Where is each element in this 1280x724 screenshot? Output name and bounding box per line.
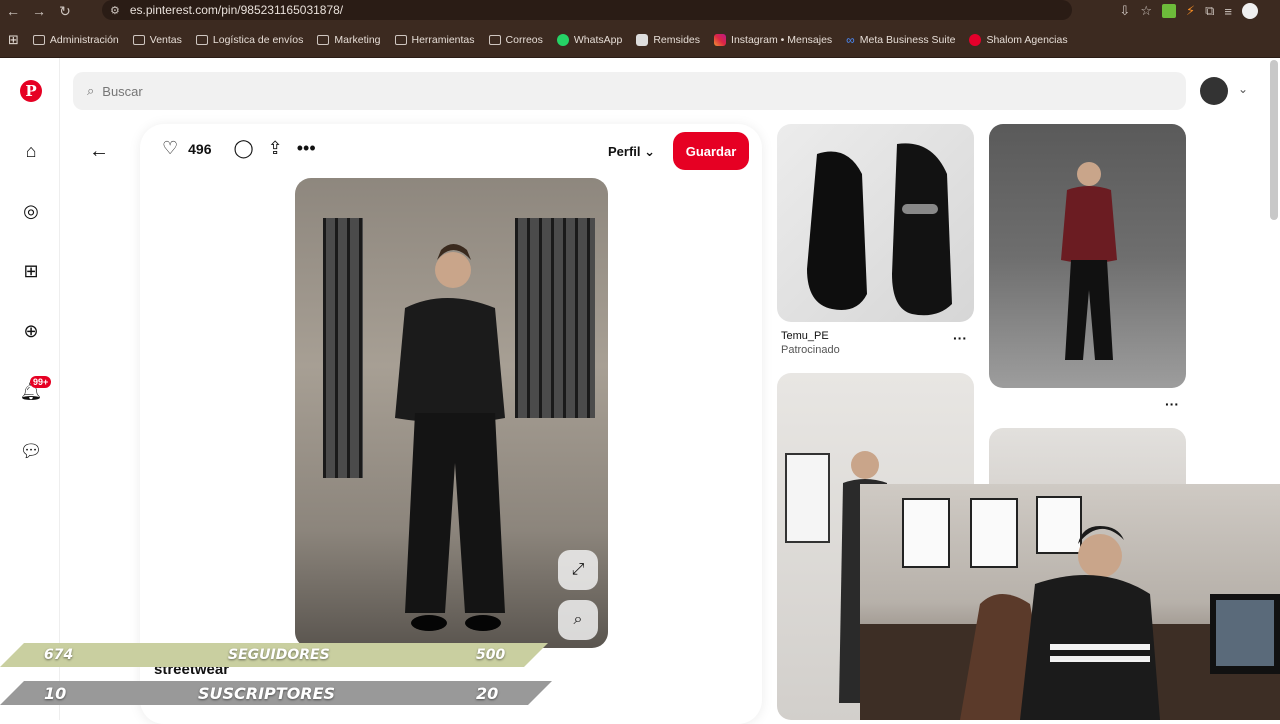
bookmark-star-icon[interactable]: ☆	[1140, 3, 1152, 19]
home-icon[interactable]: ⌂	[20, 140, 42, 162]
bookmark-label: Herramientas	[411, 33, 475, 46]
bookmark-link[interactable]: ∞ Meta Business Suite	[846, 33, 955, 47]
bookmark-folder[interactable]: Administración	[32, 33, 119, 46]
followers-label: SEGUIDORES	[228, 647, 330, 663]
bookmark-label: Logística de envíos	[212, 33, 304, 46]
avatar[interactable]	[1200, 77, 1228, 105]
url-text: es.pinterest.com/pin/985231165031878/	[129, 3, 344, 17]
bookmark-folder[interactable]: Marketing	[317, 33, 381, 46]
likes-count: 496	[188, 140, 212, 157]
person-figure	[395, 244, 505, 631]
bookmark-label: Correos	[505, 33, 543, 46]
subscribers-label: SUSCRIPTORES	[198, 683, 336, 703]
search-icon: ⌕	[87, 83, 95, 98]
feed-pin-image[interactable]	[777, 124, 974, 322]
extension-orange-icon[interactable]: ⚡	[1186, 3, 1195, 19]
subscribers-goal: 20	[476, 683, 499, 703]
more-options-icon[interactable]: ···	[953, 330, 967, 346]
remsides-icon	[636, 33, 649, 46]
more-options-icon[interactable]: ···	[1165, 396, 1179, 412]
bookmark-label: Administración	[49, 33, 119, 46]
instagram-icon	[714, 33, 727, 46]
more-options-icon[interactable]: •••	[297, 138, 316, 159]
tab-search-icon[interactable]: ≡	[1224, 4, 1232, 19]
followers-goal: 500	[476, 647, 506, 663]
search-placeholder: Buscar	[102, 83, 143, 99]
meta-icon: ∞	[846, 32, 855, 47]
folder-icon	[317, 34, 330, 45]
bookmark-label: Ventas	[149, 33, 182, 46]
chrome-profile-icon[interactable]	[1242, 3, 1258, 19]
subscribers-counter-bar: 10 SUSCRIPTORES 20	[0, 681, 552, 705]
bookmark-folder[interactable]: Correos	[488, 33, 543, 46]
bookmark-link[interactable]: Shalom Agencias	[969, 33, 1068, 46]
ad-sponsored-label: Patrocinado	[781, 344, 840, 356]
ad-brand-label[interactable]: Temu_PE	[781, 330, 829, 342]
folder-icon	[132, 34, 145, 45]
bookmark-link[interactable]: Instagram • Mensajes	[714, 33, 833, 46]
extension-green-icon[interactable]	[1161, 4, 1176, 18]
install-icon[interactable]: ⇩	[1119, 3, 1130, 19]
bookmark-label: Instagram • Mensajes	[731, 33, 833, 46]
streamer-figure	[860, 526, 1280, 720]
save-button[interactable]: Guardar	[673, 132, 749, 170]
heart-icon[interactable]: ♡	[162, 138, 178, 159]
profile-board-select[interactable]: Perfil ⌄	[608, 144, 655, 160]
visual-search-icon[interactable]: ⌕	[558, 600, 598, 640]
boards-icon[interactable]: ⊞	[20, 260, 42, 282]
explore-compass-icon[interactable]: ◎	[20, 200, 42, 222]
followers-counter-bar: 674 SEGUIDORES 500	[0, 643, 548, 667]
folder-icon	[394, 34, 407, 45]
bookmark-link[interactable]: WhatsApp	[556, 33, 623, 46]
bookmark-label: Meta Business Suite	[859, 33, 956, 46]
expand-icon[interactable]: ⤢	[558, 550, 598, 590]
create-plus-icon[interactable]: ⊕	[20, 320, 42, 342]
back-arrow-icon[interactable]: ←	[0, 0, 26, 22]
window-bars	[323, 218, 363, 478]
back-arrow-icon[interactable]: ←	[89, 140, 109, 163]
left-navigation: P ⌂ ◎ ⊞ ⊕ 🔔︎ 99+ 💬︎	[0, 58, 60, 720]
profile-label: Perfil	[608, 144, 641, 159]
bookmark-label: Shalom Agencias	[986, 33, 1068, 46]
comment-icon[interactable]: ◯	[234, 138, 254, 159]
bookmark-label: Marketing	[334, 33, 381, 46]
window-bars	[515, 218, 595, 418]
bookmark-label: Remsides	[653, 33, 701, 46]
bookmark-folder[interactable]: Herramientas	[394, 33, 475, 46]
shalom-icon	[969, 33, 982, 46]
notifications-badge: 99+	[30, 376, 52, 388]
folder-icon	[195, 34, 208, 45]
browser-toolbar: ← → ↻ ⚙ es.pinterest.com/pin/98523116503…	[0, 0, 1280, 22]
folder-icon	[488, 34, 501, 45]
webcam-overlay	[860, 484, 1280, 720]
chevron-down-icon[interactable]: ⌄	[1238, 82, 1248, 96]
bookmark-label: WhatsApp	[573, 33, 623, 46]
bookmark-link[interactable]: Remsides	[636, 33, 701, 46]
whatsapp-icon	[556, 33, 569, 46]
page-scrollbar[interactable]	[1270, 60, 1278, 220]
search-input[interactable]: ⌕ Buscar	[73, 72, 1186, 110]
forward-arrow-icon[interactable]: →	[26, 0, 52, 22]
apps-grid-icon[interactable]: ⊞	[8, 32, 19, 48]
pinterest-logo-icon[interactable]: P	[20, 80, 42, 102]
bookmark-folder[interactable]: Ventas	[132, 33, 182, 46]
shoes-image	[807, 143, 952, 316]
bookmarks-bar: ⊞ Administración Ventas Logística de env…	[0, 22, 1280, 58]
folder-icon	[32, 34, 45, 45]
followers-current: 674	[44, 647, 74, 663]
messages-icon[interactable]: 💬︎	[20, 440, 43, 462]
poster-frame	[785, 453, 830, 543]
bookmark-folder[interactable]: Logística de envíos	[195, 33, 304, 46]
share-icon[interactable]: ⇪	[268, 138, 283, 159]
extensions-puzzle-icon[interactable]: ⧉	[1205, 3, 1214, 19]
address-bar[interactable]: ⚙ es.pinterest.com/pin/985231165031878/	[102, 0, 1072, 20]
reload-icon[interactable]: ↻	[52, 0, 78, 22]
chevron-down-icon: ⌄	[644, 144, 656, 159]
site-info-icon[interactable]: ⚙	[110, 4, 120, 17]
person-red-jacket-image	[1061, 162, 1117, 360]
feed-pin-image[interactable]	[989, 124, 1186, 388]
subscribers-current: 10	[44, 683, 67, 703]
